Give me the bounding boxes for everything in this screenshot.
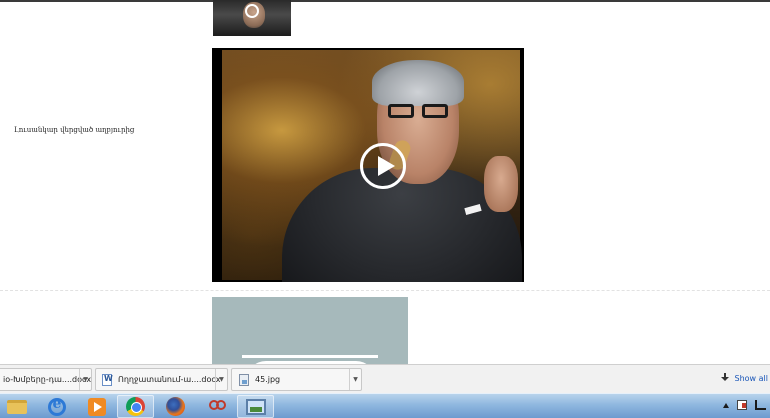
lower-image-bar bbox=[242, 355, 378, 358]
download-item[interactable]: 45.jpg ▼ bbox=[231, 368, 362, 391]
taskbar-firefox[interactable] bbox=[157, 395, 194, 418]
folder-icon bbox=[6, 399, 27, 414]
taskbar-internet-explorer[interactable] bbox=[38, 395, 75, 418]
download-item-name: 45.jpg bbox=[255, 375, 281, 384]
internet-explorer-icon bbox=[47, 396, 66, 416]
show-all-label: Show all bbox=[734, 373, 768, 383]
content-separator bbox=[0, 290, 770, 291]
action-center-flag-icon[interactable] bbox=[737, 400, 747, 410]
video-figure-hair bbox=[372, 60, 464, 106]
windows-taskbar bbox=[0, 393, 770, 418]
video-player[interactable] bbox=[212, 48, 524, 282]
lower-image bbox=[212, 297, 408, 367]
download-item[interactable]: io-Խմբերը-դա....docx ▼ bbox=[0, 368, 92, 391]
taskbar-snipping-tool[interactable] bbox=[197, 395, 234, 418]
taskbar-file-explorer[interactable] bbox=[0, 395, 35, 418]
image-caption: Լուսանկար վերցված աղբյուրից bbox=[14, 126, 135, 134]
photo-viewer-icon bbox=[245, 398, 266, 415]
show-hidden-icons-icon[interactable] bbox=[723, 402, 729, 408]
media-player-icon bbox=[87, 397, 106, 416]
system-tray bbox=[723, 400, 766, 410]
show-all-downloads-link[interactable]: Show all bbox=[720, 373, 768, 383]
taskbar-chrome[interactable] bbox=[117, 395, 154, 418]
chevron-down-icon[interactable]: ▼ bbox=[349, 369, 361, 390]
download-item-name: io-Խմբերը-դա....docx bbox=[3, 375, 91, 384]
download-shelf: io-Խմբերը-դա....docx ▼ Ողղջատանում-ա....… bbox=[0, 364, 770, 393]
image-file-icon bbox=[239, 373, 249, 386]
chevron-down-icon[interactable]: ▼ bbox=[215, 369, 227, 390]
download-icon bbox=[720, 373, 730, 383]
play-icon bbox=[245, 4, 259, 18]
chrome-icon bbox=[126, 397, 145, 416]
firefox-icon bbox=[166, 397, 185, 416]
taskbar-photo-viewer[interactable] bbox=[237, 395, 274, 418]
top-border bbox=[0, 0, 770, 2]
video-figure-glasses bbox=[388, 104, 452, 120]
video-thumbnail-top[interactable] bbox=[213, 0, 291, 36]
word-document-icon bbox=[102, 373, 113, 386]
scissors-icon bbox=[207, 398, 226, 416]
browser-page: Լուսանկար վերցված աղբյուրից io-Խմբերը-դա… bbox=[0, 0, 770, 418]
play-icon[interactable] bbox=[360, 143, 406, 189]
video-figure-hand bbox=[484, 156, 518, 212]
download-item-name: Ողղջատանում-ա....docx bbox=[118, 375, 221, 384]
download-item[interactable]: Ողղջատանում-ա....docx ▼ bbox=[95, 368, 228, 391]
chevron-down-icon[interactable]: ▼ bbox=[79, 369, 91, 390]
network-icon[interactable] bbox=[755, 400, 766, 410]
taskbar-media-player[interactable] bbox=[78, 395, 115, 418]
